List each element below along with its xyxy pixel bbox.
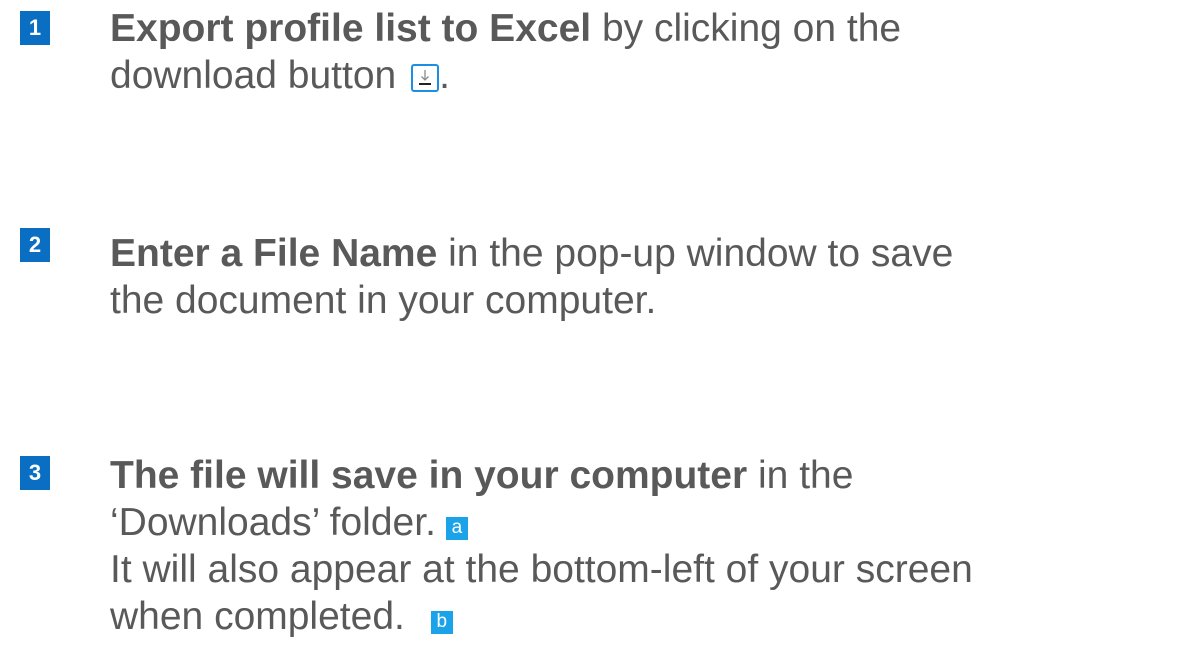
step-title: Enter a File Name	[110, 232, 438, 275]
step-instruction: Enter a File Name in the pop-up window t…	[110, 230, 1170, 324]
step-instruction: Export profile list to Excel by clicking…	[110, 5, 1170, 99]
step-text-b: ‘Downloads’ folder.	[110, 501, 436, 544]
step-text-a: in the pop-up window to save	[437, 232, 954, 275]
step-title: Export profile list to Excel	[110, 7, 592, 50]
callout-marker-b: b	[430, 611, 453, 634]
step-text-a: in the	[747, 454, 854, 497]
step-title: The file will save in your computer	[110, 454, 748, 497]
step-text-c: It will also appear at the bottom-left o…	[110, 548, 973, 591]
step-text-a: by clicking on the	[591, 7, 902, 50]
step-number-badge: 2	[20, 228, 50, 262]
step-text-c: .	[439, 54, 450, 97]
step-text-b: the document in your computer.	[110, 279, 657, 322]
step-number-badge: 1	[20, 11, 50, 45]
step-text-d: when completed.	[110, 595, 405, 638]
callout-marker-a: a	[445, 517, 468, 540]
step-text-b: download button	[110, 54, 408, 97]
step-number-badge: 3	[20, 456, 50, 490]
step-instruction: The file will save in your computer in t…	[110, 452, 1170, 640]
download-icon	[411, 64, 440, 92]
